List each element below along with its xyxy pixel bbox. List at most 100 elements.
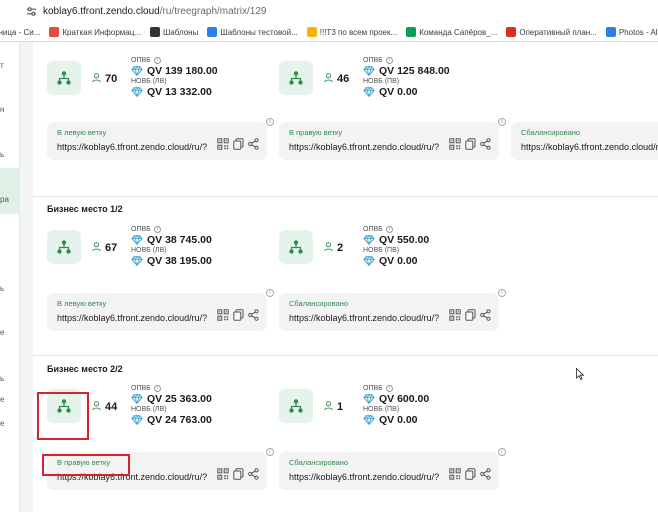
bookmark-item[interactable]: Оперативный план... bbox=[506, 27, 597, 37]
novb-value: QV 38 195.00 bbox=[131, 255, 212, 267]
copy-icon[interactable] bbox=[465, 468, 476, 480]
tree-left-button[interactable] bbox=[47, 61, 81, 95]
novb-label: НОВБ (ЛВ) bbox=[131, 78, 167, 85]
info-icon[interactable]: i bbox=[266, 448, 274, 456]
opvb-label-text: ОПВБ bbox=[131, 385, 151, 392]
referral-link-url[interactable]: https://koblay6.tfront.zendo.cloud/ru/?r bbox=[57, 313, 207, 323]
info-icon[interactable]: i bbox=[385, 385, 393, 392]
partner-count: 67 bbox=[91, 239, 117, 257]
info-icon[interactable]: i bbox=[153, 57, 161, 64]
sidebar-item[interactable]: ь bbox=[0, 374, 20, 383]
bookmark-item[interactable]: !!!Т3 по всем проек... bbox=[306, 27, 397, 37]
diamond-icon bbox=[131, 415, 143, 425]
referral-link-actions bbox=[213, 138, 259, 150]
sidebar-item[interactable]: ь bbox=[0, 284, 20, 293]
qr-code-icon[interactable] bbox=[217, 138, 229, 150]
share-icon[interactable] bbox=[248, 468, 259, 480]
bookmark-item[interactable]: аница - Си... bbox=[0, 28, 40, 37]
sidebar-item[interactable]: ра bbox=[0, 195, 20, 204]
tree-icon bbox=[57, 71, 71, 85]
qr-code-icon[interactable] bbox=[217, 468, 229, 480]
sidebar-item[interactable]: е bbox=[0, 419, 20, 428]
sidebar-item[interactable]: е bbox=[0, 328, 20, 337]
diamond-icon bbox=[363, 87, 375, 97]
mouse-cursor bbox=[576, 367, 585, 385]
diamond-icon bbox=[363, 256, 375, 266]
referral-link-url[interactable]: https://koblay6.tfront.zendo.cloud/ru/?r bbox=[289, 313, 439, 323]
bookmark-item[interactable]: Шаблоны тестовой... bbox=[207, 27, 298, 37]
info-icon[interactable]: i bbox=[153, 385, 161, 392]
tree-icon bbox=[57, 240, 71, 254]
referral-link-actions bbox=[445, 309, 491, 321]
referral-link-url[interactable]: https://koblay6.tfront.zendo.cloud/ru/?r bbox=[289, 142, 439, 152]
site-settings-icon[interactable] bbox=[24, 4, 38, 18]
person-icon bbox=[91, 398, 102, 416]
opvb-value: QV 125 848.00 bbox=[363, 65, 450, 77]
bookmark-item[interactable]: Краткая Информац... bbox=[49, 27, 141, 37]
copy-icon[interactable] bbox=[233, 138, 244, 150]
copy-icon[interactable] bbox=[465, 138, 476, 150]
info-icon[interactable]: i bbox=[385, 226, 393, 233]
novb-value-text: QV 0.00 bbox=[379, 255, 418, 267]
copy-icon[interactable] bbox=[233, 468, 244, 480]
info-icon[interactable]: i bbox=[385, 57, 393, 64]
bookmark-item[interactable]: Шаблоны bbox=[149, 27, 198, 37]
info-icon[interactable]: i bbox=[498, 448, 506, 456]
bookmark-item[interactable]: Photos - All files - N... bbox=[605, 27, 658, 37]
info-icon[interactable]: i bbox=[266, 118, 274, 126]
opvb-label: ОПВБ i bbox=[131, 385, 212, 392]
bookmark-item[interactable]: Команда Сапёров_... bbox=[406, 27, 497, 37]
bookmarks-bar: аница - Си... Краткая Информац... Шаблоны Ш… bbox=[0, 22, 658, 42]
section-divider bbox=[33, 196, 658, 197]
sidebar-item[interactable]: ь bbox=[0, 150, 20, 159]
novb-value: QV 13 332.00 bbox=[131, 86, 218, 98]
share-icon[interactable] bbox=[480, 468, 491, 480]
share-icon[interactable] bbox=[480, 309, 491, 321]
info-icon[interactable]: i bbox=[266, 289, 274, 297]
referral-link-actions bbox=[213, 468, 259, 480]
diamond-icon bbox=[131, 256, 143, 266]
tree-right-button[interactable] bbox=[279, 389, 313, 423]
info-icon[interactable]: i bbox=[498, 118, 506, 126]
sidebar-item[interactable]: е bbox=[0, 395, 20, 404]
qr-code-icon[interactable] bbox=[449, 468, 461, 480]
tree-right-button[interactable] bbox=[279, 230, 313, 264]
novb-label: НОВБ (ЛВ) bbox=[131, 247, 167, 254]
share-icon[interactable] bbox=[480, 138, 491, 150]
novb-value: QV 24 763.00 bbox=[131, 414, 212, 426]
highlight-tree-button bbox=[37, 392, 89, 440]
opvb-value-text: QV 139 180.00 bbox=[147, 65, 218, 77]
partner-count: 44 bbox=[91, 398, 117, 416]
tree-right-button[interactable] bbox=[279, 61, 313, 95]
tree-left-button[interactable] bbox=[47, 230, 81, 264]
sidebar-item[interactable]: т bbox=[0, 61, 20, 70]
share-icon[interactable] bbox=[248, 138, 259, 150]
volume-block: ОПВБ i QV 125 848.00 НОВБ (ПВ) QV 0.00 bbox=[363, 57, 450, 99]
opvb-label: ОПВБ i bbox=[363, 57, 450, 64]
referral-link-url[interactable]: https://koblay6.tfront.zendo.cloud/ru/?r bbox=[521, 142, 658, 152]
referral-link-url[interactable]: https://koblay6.tfront.zendo.cloud/ru/?r bbox=[57, 142, 207, 152]
info-icon[interactable]: i bbox=[153, 226, 161, 233]
address-bar[interactable]: koblay6.tfront.zendo.cloud/ru/treegraph/… bbox=[0, 0, 658, 22]
diamond-icon bbox=[131, 235, 143, 245]
opvb-value-text: QV 38 745.00 bbox=[147, 234, 212, 246]
opvb-label: ОПВБ i bbox=[131, 57, 218, 64]
copy-icon[interactable] bbox=[465, 309, 476, 321]
share-icon[interactable] bbox=[248, 309, 259, 321]
referral-link-box: В правую ветку https://koblay6.tfront.zen… bbox=[279, 122, 499, 160]
bookmark-label: Команда Сапёров_... bbox=[419, 27, 498, 37]
sidebar-item[interactable]: н bbox=[0, 105, 20, 114]
bookmark-label: Шаблоны тестовой... bbox=[220, 27, 298, 37]
referral-link-actions bbox=[445, 138, 491, 150]
browser-chrome: koblay6.tfront.zendo.cloud/ru/treegraph/… bbox=[0, 0, 658, 42]
url-path: /ru/treegraph/matrix/129 bbox=[159, 5, 267, 17]
qr-code-icon[interactable] bbox=[217, 309, 229, 321]
qr-code-icon[interactable] bbox=[449, 309, 461, 321]
referral-link-url[interactable]: https://koblay6.tfront.zendo.cloud/ru/?r bbox=[289, 472, 439, 482]
info-icon[interactable]: i bbox=[498, 289, 506, 297]
sidebar-active-item[interactable] bbox=[0, 168, 20, 214]
page: т н ь ра ь е ь е е Основное место70ОПВБi… bbox=[0, 42, 658, 512]
qr-code-icon[interactable] bbox=[449, 138, 461, 150]
url-text[interactable]: koblay6.tfront.zendo.cloud/ru/treegraph/… bbox=[43, 6, 266, 17]
copy-icon[interactable] bbox=[233, 309, 244, 321]
